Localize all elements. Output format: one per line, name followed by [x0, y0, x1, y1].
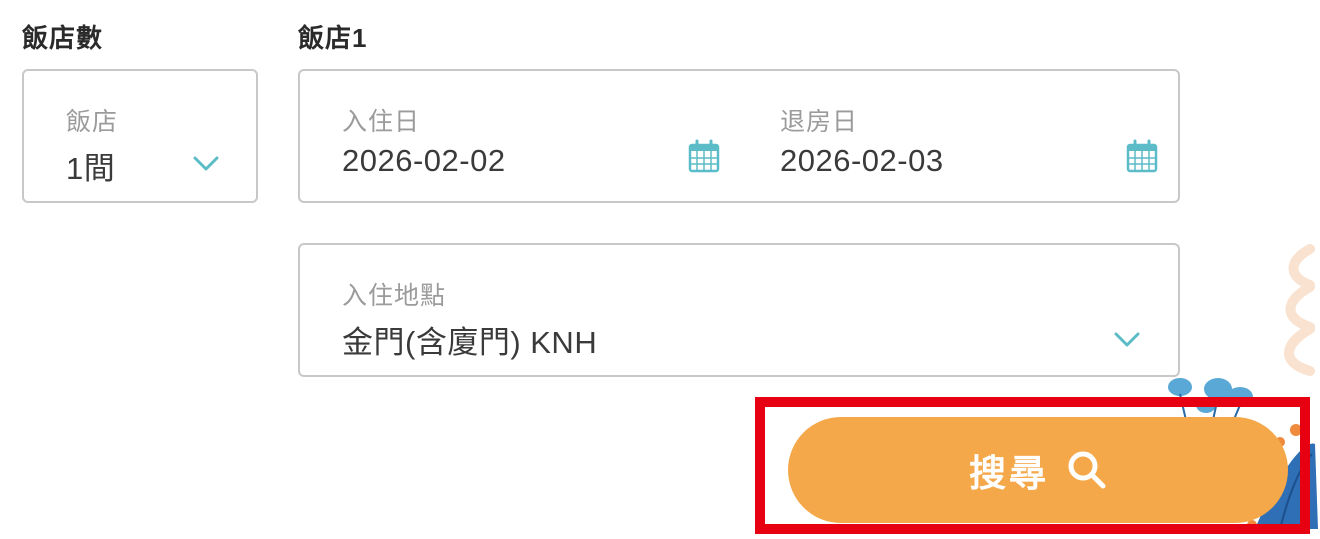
hotel-search-form: 飯店數 飯店1 飯店 1間 入住日 2026-02-02 退房日 2026-02…: [0, 0, 1320, 539]
search-button[interactable]: 搜尋: [788, 417, 1288, 523]
checkin-value: 2026-02-02: [342, 143, 506, 178]
search-icon: [1068, 451, 1106, 489]
chevron-down-icon: [193, 156, 219, 171]
rooms-section-title: 飯店數: [22, 23, 104, 53]
checkin-date-field[interactable]: 入住日 2026-02-02: [300, 71, 738, 201]
rooms-count-select[interactable]: 飯店 1間: [22, 69, 258, 203]
rooms-count-value: 1間: [66, 151, 116, 186]
date-range-box: 入住日 2026-02-02 退房日 2026-02-03: [298, 69, 1180, 203]
search-button-label: 搜尋: [969, 453, 1049, 494]
checkin-label: 入住日: [342, 108, 421, 136]
location-label: 入住地點: [342, 282, 447, 310]
chevron-down-icon: [1114, 332, 1140, 347]
calendar-icon: [688, 139, 720, 173]
location-select[interactable]: 入住地點 金門(含廈門) KNH: [298, 243, 1180, 377]
checkout-label: 退房日: [780, 108, 859, 136]
checkout-value: 2026-02-03: [780, 143, 944, 178]
location-value: 金門(含廈門) KNH: [342, 325, 598, 360]
calendar-icon: [1126, 139, 1158, 173]
hotel-section-title: 飯店1: [298, 23, 368, 53]
rooms-count-label: 飯店: [66, 108, 119, 136]
checkout-date-field[interactable]: 退房日 2026-02-03: [738, 71, 1178, 201]
